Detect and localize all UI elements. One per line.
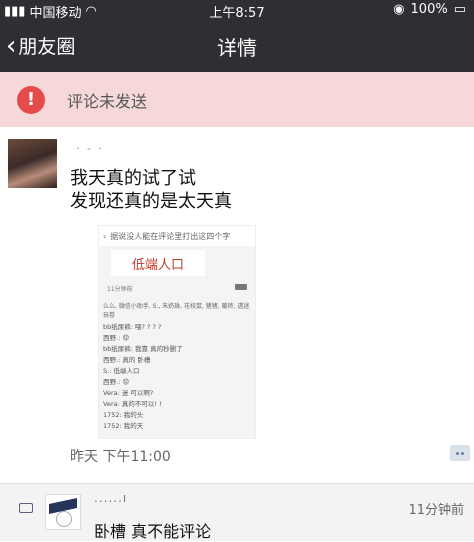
post-text-line-1: 我天真的试了试: [70, 168, 196, 189]
send-failed-banner[interactable]: ! 评论未发送: [0, 72, 474, 127]
photo-comment: 1752: 我的头: [103, 411, 144, 419]
photo-more-icon: [235, 284, 247, 290]
lock-rotation-icon: ◉: [393, 2, 405, 17]
photo-header-text: 据说没人能在评论里打出这四个字: [110, 231, 231, 241]
photo-comment: Vera: 迷 可以啊?: [103, 389, 154, 397]
comment-icon: [19, 503, 33, 513]
status-bar: ▮▮▮ 中国移动 ◠ 上午8:57 ◉ 100% ▭: [0, 0, 474, 21]
page-title: 详情: [217, 36, 257, 60]
dot-icon: [461, 451, 464, 455]
photo-header-icon: ‹: [103, 231, 107, 241]
photo-comment: 1752: 我的天: [103, 422, 144, 430]
dot-icon: [456, 451, 459, 455]
photo-comment: 西野.: 😟: [103, 334, 130, 342]
photo-comment: S.: 低端人口: [103, 367, 140, 375]
photo-comment: bb纸尿裤: 喂? ? ? ?: [103, 323, 162, 331]
battery-icon: ▭: [453, 2, 466, 17]
alert-icon: !: [17, 85, 45, 114]
commenter-name[interactable]: ......ı: [94, 491, 127, 505]
status-right: ◉ 100% ▭: [393, 2, 466, 17]
photo-comment: 西野.: 真的 卧槽: [103, 356, 151, 364]
commenter-avatar[interactable]: [45, 494, 81, 530]
photo-card-text: 低端人口: [111, 250, 205, 276]
comment-row: ......ı 卧槽 真不能评论 11分钟前: [0, 483, 474, 541]
photo-comment: 西野.: 😟: [103, 378, 130, 386]
photo-comments: bb纸尿裤: 喂? ? ? ? 西野.: 😟 bb纸尿裤: 我靠 真的秒删了 西…: [103, 322, 253, 432]
more-actions-button[interactable]: [450, 445, 470, 461]
divider: [0, 483, 474, 484]
avatar-face-shape: [56, 511, 72, 527]
photo-comment: Vera: 真的不可以! !: [103, 400, 162, 408]
photo-comment: bb纸尿裤: 我靠 真的秒删了: [103, 345, 183, 353]
photo-time: 11分钟前: [107, 286, 133, 293]
nav-bar: ‹ 朋友圈 详情: [0, 20, 474, 72]
comment-text: 卧槽 真不能评论: [94, 522, 212, 541]
battery-percent: 100%: [410, 2, 448, 17]
photo-likes: 么么, 微信小助手, S., 朱奶珠, 花校鼠, 猪猪, 暖砖, 透迷玩卷: [103, 303, 250, 319]
comment-time: 11分钟前: [408, 503, 464, 518]
avatar[interactable]: [8, 139, 57, 188]
banner-text: 评论未发送: [67, 91, 148, 111]
post-photo[interactable]: ‹ 据说没人能在评论里打出这四个字 低端人口 11分钟前 么么, 微信小助手, …: [98, 225, 256, 439]
post-text-line-2: 发现还真的是太天真: [70, 191, 232, 212]
post-text: 我天真的试了试 发现还真的是太天真: [70, 167, 232, 213]
photo-header: ‹ 据说没人能在评论里打出这四个字: [99, 226, 255, 246]
post-timestamp: 昨天 下午11:00: [70, 449, 171, 465]
moment-post: · - · 我天真的试了试 发现还真的是太天真 ‹ 据说没人能在评论里打出这四个…: [0, 127, 474, 483]
post-author-name[interactable]: · - ·: [76, 142, 104, 155]
